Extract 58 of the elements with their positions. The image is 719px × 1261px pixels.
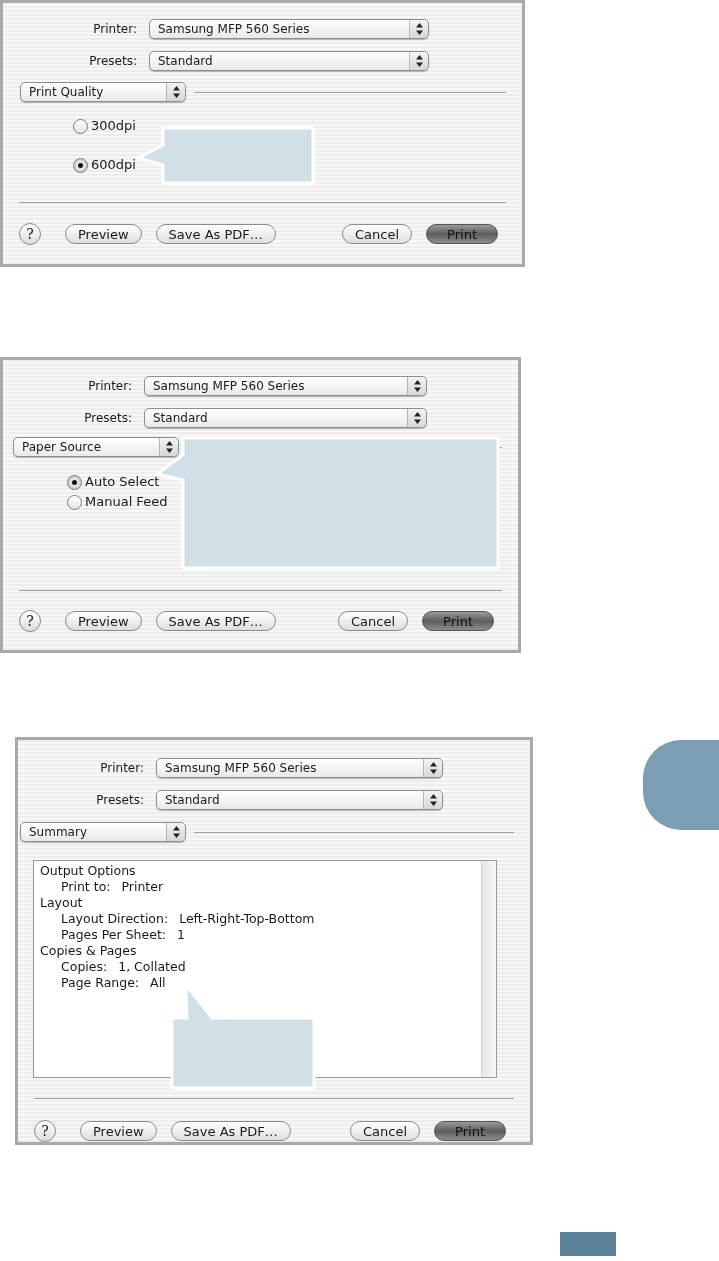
radio-button[interactable] [73, 118, 88, 134]
summary-label: Copies: [61, 959, 108, 975]
dialog-button[interactable]: Cancel [350, 1121, 421, 1141]
radio-button[interactable] [67, 494, 82, 510]
up-down-arrows-icon [429, 794, 437, 806]
up-down-arrows-icon [429, 762, 437, 774]
dropdown[interactable]: Samsung MFP 560 Series [144, 376, 427, 396]
dialog-button[interactable]: Preview [65, 224, 142, 244]
up-down-arrows-icon [415, 55, 423, 67]
footer-bar [560, 1232, 616, 1256]
up-down-arrows-icon [413, 380, 421, 392]
summary-heading: Copies & Pages [40, 943, 137, 959]
summary-value: 1 [177, 927, 185, 943]
dropdown[interactable]: Standard [156, 790, 443, 810]
radio-button[interactable] [67, 474, 82, 490]
field-label: Presets: [88, 53, 137, 70]
field-label: Printer: [99, 760, 144, 777]
radio-option[interactable]: 600dpi [73, 157, 522, 173]
radio-option[interactable]: Manual Feed [67, 494, 518, 510]
summary-value: All [150, 975, 166, 991]
help-button[interactable]: ? [19, 223, 41, 245]
summary-label: Page Range: [61, 975, 140, 991]
radio-button[interactable] [73, 157, 88, 173]
dropdown[interactable]: Standard [144, 408, 427, 428]
dialog-button[interactable]: Save As PDF… [155, 611, 276, 631]
radio-option[interactable]: 300dpi [73, 118, 522, 134]
dropdown[interactable]: Standard [149, 51, 429, 71]
field-label: Printer: [92, 21, 137, 38]
dropdown[interactable]: Print Quality [20, 82, 186, 102]
dropdown[interactable]: Paper Source [13, 437, 179, 457]
summary-value: 1, Collated [118, 959, 186, 975]
up-down-arrows-icon [172, 86, 180, 98]
help-button[interactable]: ? [19, 610, 41, 632]
dialog-button[interactable]: Save As PDF… [170, 1121, 291, 1141]
help-button[interactable]: ? [34, 1120, 56, 1142]
dropdown[interactable]: Summary [20, 822, 186, 842]
dialog-button[interactable]: Cancel [338, 611, 409, 631]
up-down-arrows-icon [413, 412, 421, 424]
field-label: Printer: [87, 378, 132, 395]
summary-label: Print to: [61, 879, 111, 895]
summary-label: Layout Direction: [61, 911, 169, 927]
dialog-button[interactable]: Preview [80, 1121, 157, 1141]
field-label: Presets: [95, 792, 144, 809]
dropdown[interactable]: Samsung MFP 560 Series [156, 758, 443, 778]
up-down-arrows-icon [172, 826, 180, 838]
dropdown[interactable]: Samsung MFP 560 Series [149, 19, 429, 39]
summary-value: Left-Right-Top-Bottom [179, 911, 315, 927]
dialog-button[interactable]: Cancel [342, 224, 413, 244]
summary-heading: Output Options [40, 863, 136, 879]
dialog-button[interactable]: Save As PDF… [155, 224, 276, 244]
radio-option[interactable]: Auto Select [67, 474, 518, 490]
summary-value: Printer [121, 879, 164, 895]
summary-label: Pages Per Sheet: [61, 927, 166, 943]
field-label: Presets: [83, 410, 132, 427]
up-down-arrows-icon [415, 23, 423, 35]
dialog-button[interactable]: Preview [65, 611, 142, 631]
summary-heading: Layout [40, 895, 83, 911]
up-down-arrows-icon [165, 441, 173, 453]
